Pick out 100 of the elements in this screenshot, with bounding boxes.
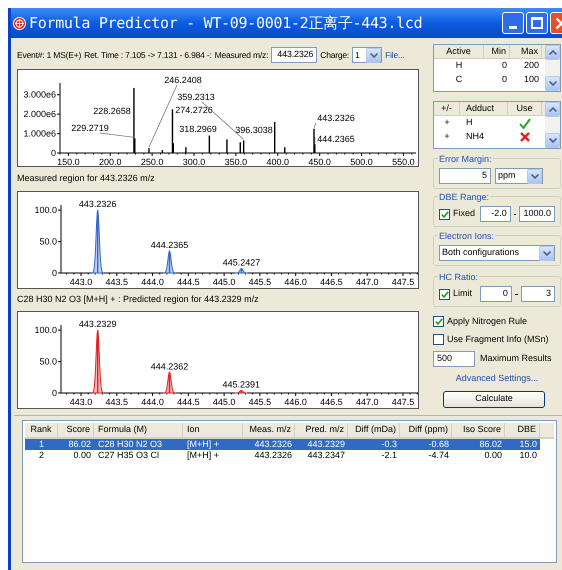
peak-label: 443.2326 (78, 199, 116, 210)
column-header[interactable]: Min (484, 45, 510, 58)
checkbox[interactable] (439, 288, 450, 300)
axis-tick-label: 443.0 (70, 397, 92, 407)
table-cell-text: H (465, 116, 474, 130)
column-header[interactable]: Score (58, 423, 94, 437)
table-cell-text: -0.68 (427, 438, 450, 451)
column-header[interactable]: Max (510, 45, 542, 58)
table-cell-text: [M+H] + (186, 449, 220, 462)
table-cell-text: 86.02 (478, 438, 503, 451)
table-cell-text: 0 (500, 73, 508, 86)
checkbox-label: Limit (453, 287, 474, 300)
axis-tick-label: 444.0 (141, 277, 164, 287)
peak-label: 443.2329 (78, 319, 116, 330)
column-header[interactable]: Meas. m/z (243, 423, 295, 437)
leader-line (314, 122, 316, 128)
column-header[interactable]: Active (434, 45, 484, 58)
group-label: DBE Range: (438, 191, 490, 204)
column-header[interactable]: Diff (ppm) (400, 423, 452, 437)
app-icon (13, 16, 26, 30)
retention-time-label: Ret. Time : 7.105 -> 7.131 - 6.984 -: (84, 48, 212, 62)
column-header[interactable]: Rank (25, 423, 58, 437)
input-field[interactable]: 443.2326 (271, 47, 318, 63)
input-field[interactable]: 0 (480, 286, 512, 302)
axis-tick-label: 446.5 (320, 397, 343, 407)
column-header[interactable]: DBE (505, 423, 540, 437)
axis-tick-label: 550.0 (392, 157, 415, 166)
axis-tick-label: 447.5 (392, 397, 414, 407)
column-header[interactable]: Pred. m/z (295, 423, 348, 437)
peak-label: 444.2365 (150, 240, 188, 250)
column-header[interactable]: Use (508, 102, 542, 115)
leader-line (314, 136, 316, 144)
event-label: Event#: 1 MS(E+) (17, 48, 82, 62)
table-cell-text: 1 (38, 438, 45, 451)
peak-label: 445.2391 (222, 379, 260, 390)
column-header[interactable]: Adduct (460, 102, 508, 115)
table-cell-text: C28 H30 N2 O3 (97, 438, 164, 451)
axis-tick-label: 100.0 (34, 205, 57, 216)
y-axis (58, 324, 62, 394)
checkbox[interactable] (433, 316, 444, 327)
table-cell-text: 10.0 (518, 448, 538, 462)
scroll-down-button[interactable] (545, 133, 560, 148)
peak-label: 229.2719 (71, 123, 109, 133)
unit-dropdown[interactable]: ppm (495, 168, 543, 184)
file-link[interactable]: File... (385, 48, 404, 62)
axis-tick-label: 446.0 (284, 277, 307, 287)
table-cell-text: 15.0 (518, 438, 538, 451)
scrollbar[interactable] (545, 45, 560, 91)
input-field[interactable]: 500 (433, 351, 475, 367)
input-field[interactable]: 5 (439, 168, 491, 184)
dropdown-button[interactable] (539, 246, 554, 260)
column-header[interactable]: Ion (183, 423, 243, 437)
advanced-settings-link[interactable]: Advanced Settings... (456, 372, 538, 386)
scroll-down-button[interactable] (545, 76, 560, 91)
maximize-button[interactable] (526, 12, 548, 34)
peak-label: 444.2365 (317, 134, 355, 144)
axis-tick-label: 446.0 (284, 397, 307, 407)
minimize-button[interactable] (502, 12, 524, 34)
table-cell-text: 443.2329 (306, 438, 346, 451)
y-axis (56, 82, 60, 154)
column-header[interactable]: Formula (M) (94, 423, 183, 437)
input-field[interactable]: 3 (520, 286, 555, 302)
leader-line (100, 132, 136, 138)
caret-icon (530, 174, 538, 178)
input-field[interactable]: -2.0 (480, 206, 511, 222)
peak-label: 318.2969 (179, 124, 217, 134)
checkbox[interactable] (433, 334, 444, 345)
table-row[interactable]: 1 86.02 C28 H30 N2 O3 [M+H] + 443.2326 443.2329 -0.3 -0.68 86.02 15.0 (25, 439, 540, 450)
column-header[interactable]: +/- (434, 102, 460, 115)
table-cell-text: -4.74 (427, 448, 450, 462)
input-field[interactable]: 1000.0 (519, 206, 555, 222)
table-cell-text: C (454, 73, 464, 86)
column-header[interactable]: Diff (mDa) (348, 423, 400, 437)
checkbox-label: Fixed (453, 207, 476, 220)
table-row[interactable]: 2 0.00 C27 H35 O3 Cl [M+H] + 443.2326 443.2347 -2.1 -4.74 0.00 10.0 (25, 450, 540, 461)
checkbox[interactable] (439, 208, 450, 220)
table-cell-text: NH4 (465, 130, 486, 144)
axis-tick-label: 0 (50, 148, 56, 158)
checkbox-label: Use Fragment Info (MSn) (447, 332, 549, 346)
dropdown-button[interactable] (366, 48, 382, 62)
charge-dropdown[interactable]: 1 (352, 47, 382, 63)
column-header[interactable]: Iso Score (452, 423, 505, 437)
table-cell-text: 443.2347 (306, 448, 346, 462)
axis-tick-label: 444.0 (141, 397, 164, 407)
axis-tick-label: 444.5 (177, 397, 200, 407)
scrollbar[interactable] (545, 102, 560, 148)
axis-tick-label: 445.5 (248, 397, 272, 407)
scroll-up-button[interactable] (545, 45, 560, 60)
axis-tick-label: 450.0 (308, 157, 331, 166)
checkbox-label: Apply Nitrogen Rule (447, 314, 528, 328)
dropdown-button[interactable] (527, 168, 542, 184)
scroll-up-button[interactable] (545, 102, 560, 117)
peak-label: 228.2658 (93, 106, 131, 116)
table-cell-text: + (443, 116, 451, 130)
electron-ions-dropdown[interactable]: Both configurations (439, 245, 555, 261)
calculate-button[interactable]: Calculate (443, 390, 545, 408)
caret-icon (370, 52, 378, 58)
table-cell-text: -0.3 (380, 438, 398, 451)
caret-icon (542, 250, 550, 256)
table-cell-text: C27 H35 O3 Cl (97, 448, 160, 462)
